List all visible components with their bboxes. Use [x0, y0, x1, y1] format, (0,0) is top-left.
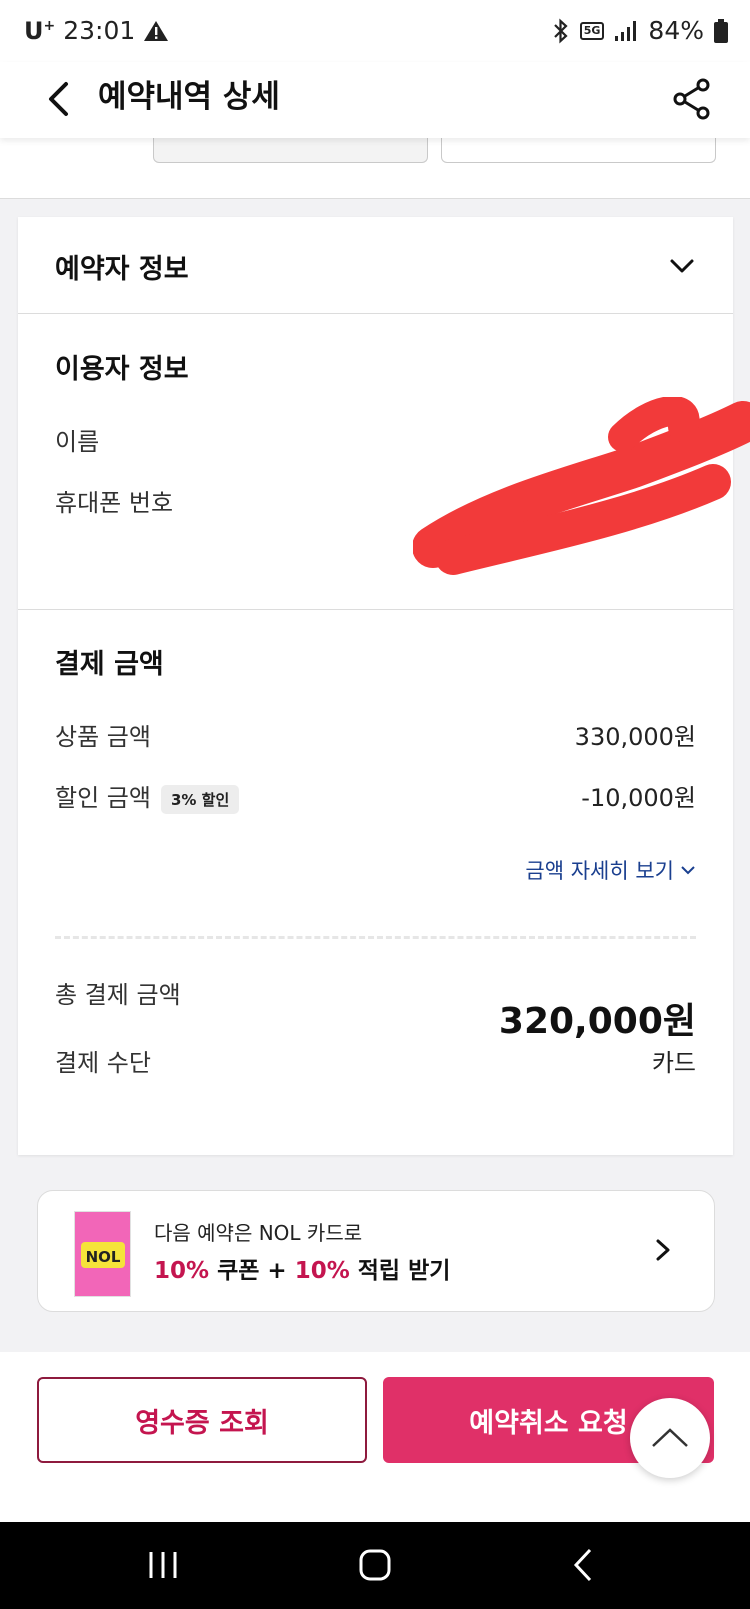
receipt-button[interactable]: 영수증 조회	[37, 1377, 367, 1463]
section-divider	[18, 313, 733, 314]
nol-card-image: NOL	[74, 1211, 131, 1297]
scroll-top-button[interactable]	[630, 1398, 710, 1478]
clock: 23:01	[63, 16, 136, 45]
carrier-label: U+	[24, 16, 56, 45]
booker-info-title: 예약자 정보	[55, 254, 189, 285]
partial-button-right[interactable]	[441, 138, 716, 163]
amount-detail-link[interactable]: 금액 자세히 보기	[525, 855, 696, 885]
promo-text-line1: 다음 예약은 NOL 카드로	[154, 1221, 363, 1245]
nol-logo: NOL	[81, 1242, 125, 1268]
nol-card-promo-banner[interactable]: NOL 다음 예약은 NOL 카드로 10% 쿠폰 + 10% 적립 받기	[37, 1190, 715, 1312]
payment-method-label: 결제 수단	[55, 1049, 151, 1077]
dashed-divider	[55, 936, 696, 939]
user-info-title: 이용자 정보	[55, 354, 189, 385]
reservation-detail-card: 예약자 정보 이용자 정보 이름 휴대폰 번호 결제 금액 상품 금액 330,…	[18, 217, 750, 1155]
recent-apps-button[interactable]	[138, 1542, 188, 1588]
payment-method-value: 카드	[651, 1049, 696, 1077]
discount-amount-value: -10,000원	[581, 784, 696, 812]
system-back-button[interactable]	[560, 1542, 610, 1588]
name-label: 이름	[55, 428, 100, 456]
page-title: 예약내역 상세	[98, 79, 280, 115]
battery-icon	[714, 18, 728, 43]
chevron-down-icon	[681, 866, 695, 875]
bluetooth-icon	[553, 18, 568, 43]
back-button[interactable]	[40, 74, 80, 124]
status-bar: U+ 23:01 5G 84%	[0, 0, 750, 62]
total-amount-value: 320,000원	[498, 1001, 696, 1042]
product-amount-label: 상품 금액	[55, 723, 151, 751]
share-button[interactable]	[670, 74, 714, 124]
product-amount-value: 330,000원	[574, 723, 696, 751]
network-5g-icon: 5G	[579, 21, 605, 40]
total-amount-label: 총 결제 금액	[55, 981, 181, 1009]
amount-detail-text: 금액 자세히 보기	[525, 859, 674, 883]
section-divider	[18, 609, 733, 610]
svg-text:NOL: NOL	[86, 1248, 121, 1266]
home-icon	[359, 1549, 391, 1581]
booker-info-section[interactable]: 예약자 정보	[18, 217, 733, 313]
back-icon	[573, 1548, 592, 1582]
redaction-scribble	[413, 397, 750, 575]
system-nav-bar	[0, 1522, 750, 1609]
expand-button[interactable]	[667, 251, 697, 281]
promo-text-line2: 10% 쿠폰 + 10% 적립 받기	[154, 1258, 451, 1284]
recent-apps-icon	[149, 1552, 177, 1578]
discount-amount-label: 할인 금액 3% 할인	[55, 778, 240, 814]
share-icon	[673, 78, 710, 120]
chevron-up-icon	[652, 1428, 688, 1447]
top-actions-area	[0, 138, 750, 199]
chevron-left-icon	[49, 82, 68, 116]
chevron-down-icon	[670, 259, 694, 273]
phone-label: 휴대폰 번호	[55, 489, 174, 517]
battery-percent: 84%	[648, 16, 704, 45]
chevron-right-icon	[656, 1239, 670, 1261]
signal-icon	[615, 20, 637, 41]
app-bar: 예약내역 상세	[0, 62, 750, 138]
discount-label-text: 할인 금액	[55, 784, 151, 812]
warning-icon	[144, 20, 169, 41]
payment-title: 결제 금액	[55, 649, 164, 680]
home-button[interactable]	[350, 1542, 400, 1588]
discount-badge: 3% 할인	[160, 784, 240, 814]
partial-button-left[interactable]	[153, 138, 428, 163]
